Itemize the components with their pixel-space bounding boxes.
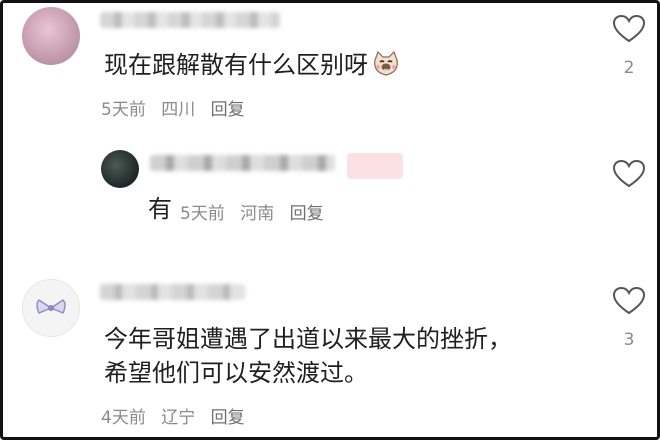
avatar[interactable] <box>22 279 80 337</box>
bow-icon <box>36 299 66 314</box>
avatar[interactable] <box>22 7 80 65</box>
comment-meta: 5天前 河南 回复 <box>180 199 334 224</box>
timestamp: 4天前 <box>101 408 146 428</box>
comment-text: 现在跟解散有什么区别呀 <box>104 48 400 83</box>
like-heart-icon[interactable] <box>612 14 646 44</box>
avatar[interactable] <box>101 150 139 188</box>
username-blurred[interactable] <box>100 284 245 300</box>
reply-button[interactable]: 回复 <box>211 100 245 120</box>
username-blurred[interactable] <box>100 12 280 28</box>
comment-text-content: 现在跟解散有什么区别呀 <box>104 51 368 79</box>
comment-text: 有 <box>148 195 172 223</box>
comment-meta: 4天前 辽宁 回复 <box>101 403 255 428</box>
cat-emoji-icon <box>374 50 398 76</box>
comment-text-line-2: 希望他们可以安然渡过。 <box>104 359 368 387</box>
location: 河南 <box>240 204 275 224</box>
timestamp: 5天前 <box>180 204 225 224</box>
comment-text-line-1: 今年哥姐遭遇了出道以来最大的挫折， <box>104 325 512 353</box>
reply-button[interactable]: 回复 <box>290 204 324 224</box>
like-count: 2 <box>623 58 635 78</box>
location: 四川 <box>161 100 196 120</box>
location: 辽宁 <box>161 408 196 428</box>
username-blurred[interactable] <box>150 155 335 171</box>
comment-meta: 5天前 四川 回复 <box>101 95 255 120</box>
like-heart-icon[interactable] <box>612 159 646 189</box>
reply-button[interactable]: 回复 <box>211 408 245 428</box>
timestamp: 5天前 <box>101 100 146 120</box>
like-count: 3 <box>623 330 635 350</box>
user-badge <box>347 153 403 179</box>
like-heart-icon[interactable] <box>612 286 646 316</box>
